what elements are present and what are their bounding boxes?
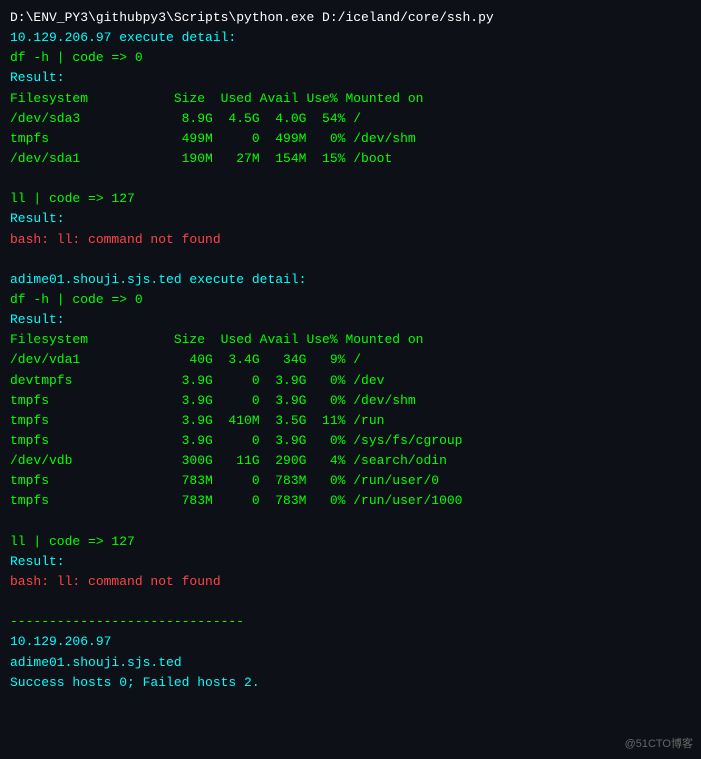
result2-label: Result: [10, 209, 691, 229]
host1-title: 10.129.206.97 execute detail: [10, 28, 691, 48]
table2-row2: devtmpfs 3.9G 0 3.9G 0% /dev [10, 371, 691, 391]
result1-label: Result: [10, 68, 691, 88]
table1-row1: /dev/sda3 8.9G 4.5G 4.0G 54% / [10, 109, 691, 129]
script-header: D:\ENV_PY3\githubpy3\Scripts\python.exe … [10, 8, 691, 28]
table2-row4: tmpfs 3.9G 410M 3.5G 11% /run [10, 411, 691, 431]
terminal-window: D:\ENV_PY3\githubpy3\Scripts\python.exe … [0, 0, 701, 759]
cmd2-ll: ll | code => 127 [10, 189, 691, 209]
table1-header: Filesystem Size Used Avail Use% Mounted … [10, 89, 691, 109]
result3-label: Result: [10, 310, 691, 330]
watermark: @51CTO博客 [625, 735, 693, 751]
divider: ------------------------------ [10, 612, 691, 632]
cmd4-ll: ll | code => 127 [10, 532, 691, 552]
table2-row3: tmpfs 3.9G 0 3.9G 0% /dev/shm [10, 391, 691, 411]
host2-title: adime01.shouji.sjs.ted execute detail: [10, 270, 691, 290]
table2-header: Filesystem Size Used Avail Use% Mounted … [10, 330, 691, 350]
summary-host1: 10.129.206.97 [10, 632, 691, 652]
error1: bash: ll: command not found [10, 230, 691, 250]
table1-row3: /dev/sda1 190M 27M 154M 15% /boot [10, 149, 691, 169]
table2-row7: tmpfs 783M 0 783M 0% /run/user/0 [10, 471, 691, 491]
table2-row8: tmpfs 783M 0 783M 0% /run/user/1000 [10, 491, 691, 511]
table2-row5: tmpfs 3.9G 0 3.9G 0% /sys/fs/cgroup [10, 431, 691, 451]
cmd1-df: df -h | code => 0 [10, 48, 691, 68]
result4-label: Result: [10, 552, 691, 572]
error2: bash: ll: command not found [10, 572, 691, 592]
summary-host2: adime01.shouji.sjs.ted [10, 653, 691, 673]
cmd3-df: df -h | code => 0 [10, 290, 691, 310]
summary-result: Success hosts 0; Failed hosts 2. [10, 673, 691, 693]
table2-row6: /dev/vdb 300G 11G 290G 4% /search/odin [10, 451, 691, 471]
table1-row2: tmpfs 499M 0 499M 0% /dev/shm [10, 129, 691, 149]
table2-row1: /dev/vda1 40G 3.4G 34G 9% / [10, 350, 691, 370]
